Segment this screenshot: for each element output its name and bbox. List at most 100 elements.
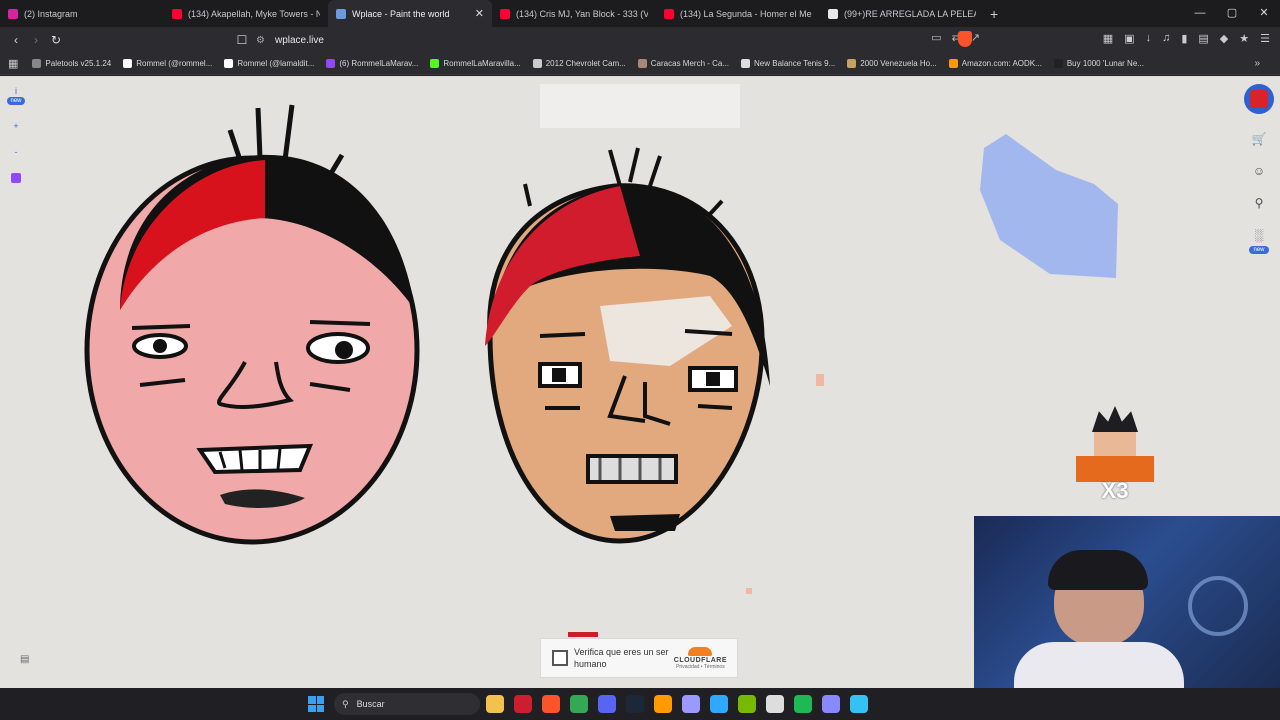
bookmark-item[interactable]: Paletools v25.1.24 — [32, 59, 111, 68]
browser-tab[interactable]: (134) Cris MJ, Yan Block - 333 (Vi — [492, 0, 656, 27]
bookmark-item[interactable]: Rommel (@lamaldit... — [224, 59, 314, 68]
bookmark-favicon-icon — [224, 59, 234, 68]
tab-favicon-icon — [828, 8, 838, 19]
brave-shields-icon[interactable] — [958, 31, 972, 47]
captcha-links[interactable]: Privacidad • Términos — [674, 664, 727, 670]
spotify-icon[interactable] — [794, 695, 812, 713]
leo-icon[interactable]: ★ — [1239, 32, 1249, 45]
bookmark-icon[interactable]: ☐ — [232, 33, 252, 47]
screenshot-icon[interactable]: ▣ — [1124, 32, 1134, 45]
bookmark-item[interactable]: New Balance Tenis 9... — [741, 59, 835, 68]
url-text: wplace.live — [274, 34, 324, 46]
bookmark-favicon-icon — [741, 59, 751, 68]
tab-close-icon[interactable]: ✕ — [475, 7, 484, 20]
share-icon[interactable]: ↗ — [971, 31, 980, 44]
discord-icon[interactable] — [598, 695, 616, 713]
bookmark-item[interactable]: Buy 1000 'Lunar Ne... — [1053, 59, 1144, 68]
artwork-pixel-face — [485, 147, 770, 544]
bookmark-item[interactable]: Rommel (@rommel... — [123, 59, 212, 68]
photoshop-icon[interactable] — [710, 695, 728, 713]
site-info-icon[interactable]: ⚙ — [256, 35, 265, 46]
bookmark-favicon-icon — [326, 59, 336, 68]
minimize-button[interactable]: — — [1184, 0, 1216, 27]
vpn-icon[interactable]: ◆ — [1220, 32, 1228, 45]
bookmark-favicon-icon — [637, 59, 647, 68]
webcam-fan — [1188, 576, 1248, 636]
new-tab-button[interactable]: + — [990, 6, 998, 22]
url-field[interactable]: ⚙ wplace.live — [256, 30, 976, 50]
menu-icon[interactable]: ☰ — [1260, 32, 1270, 45]
file-explorer-icon[interactable] — [486, 695, 504, 713]
vpn-icon[interactable] — [822, 695, 840, 713]
edge-icon[interactable] — [850, 695, 868, 713]
media-icon[interactable]: ♫ — [1162, 32, 1170, 45]
obs-icon[interactable] — [766, 695, 784, 713]
tab-label: (99+)RE ARREGLADA LA PELEA #kick — [844, 8, 976, 19]
browser-tab[interactable]: (99+)RE ARREGLADA LA PELEA #kick — [820, 0, 984, 27]
steam-icon[interactable] — [626, 695, 644, 713]
bookmark-label: Rommel (@lamaldit... — [237, 59, 315, 68]
announcement-placeholder — [540, 84, 740, 128]
twitch-icon[interactable] — [11, 173, 21, 183]
close-window-button[interactable]: ✕ — [1248, 0, 1280, 27]
leaderboard-new-badge: new — [1249, 246, 1269, 254]
forward-icon[interactable]: › — [26, 33, 46, 47]
cloudflare-cloud-icon — [688, 647, 713, 656]
download-icon[interactable]: ↓ — [1146, 32, 1152, 45]
taskbar-search[interactable]: ⚲ Buscar — [334, 693, 480, 715]
store-icon[interactable]: 🛒 — [1252, 132, 1267, 146]
leaderboard-icon[interactable]: ░ — [1255, 228, 1264, 242]
search-location-icon[interactable]: ⚲ — [1255, 196, 1264, 210]
webcam-overlay — [974, 516, 1280, 688]
more-bookmarks-icon[interactable]: » — [1254, 58, 1260, 69]
info-icon[interactable]: i — [6, 86, 26, 96]
stray-pixel — [568, 632, 598, 637]
taskbar-search-text: Buscar — [356, 699, 385, 709]
extensions-icon[interactable]: ▦ — [1103, 32, 1113, 45]
bookmark-favicon-icon — [1053, 59, 1063, 68]
artwork-blue-shape — [980, 134, 1118, 278]
bookmark-item[interactable]: Caracas Merch - Ca... — [637, 59, 729, 68]
palette-icon[interactable]: ▤ — [20, 654, 29, 665]
bookmark-item[interactable]: RommelLaMaravilla... — [430, 59, 521, 68]
captcha-widget: Verifica que eres un ser humano CLOUDFLA… — [540, 638, 738, 678]
wallet-icon[interactable]: ▤ — [1198, 32, 1208, 45]
brave-icon[interactable] — [542, 695, 560, 713]
bookmark-favicon-icon — [532, 59, 542, 68]
bookmark-label: New Balance Tenis 9... — [754, 59, 836, 68]
captcha-checkbox[interactable] — [552, 650, 568, 666]
zoom-out-button[interactable]: - — [6, 147, 26, 157]
bookmark-item[interactable]: 2000 Venezuela Ho... — [847, 59, 937, 68]
sidebar-icon[interactable]: ▮ — [1181, 32, 1187, 45]
windows-start-icon[interactable] — [308, 696, 324, 712]
user-avatar[interactable] — [1244, 84, 1274, 114]
bookmark-label: 2000 Venezuela Ho... — [860, 59, 937, 68]
browser-tab[interactable]: (2) Instagram — [0, 0, 164, 27]
premiere-icon[interactable] — [682, 695, 700, 713]
bookmark-item[interactable]: Amazon.com: AODK... — [948, 59, 1042, 68]
alliance-icon[interactable]: ☺ — [1253, 164, 1265, 178]
tab-label: (134) La Segunda - Homer el Mero M — [680, 8, 812, 19]
chrome-icon[interactable] — [570, 695, 588, 713]
browser-tab[interactable]: (134) La Segunda - Homer el Mero M — [656, 0, 820, 27]
address-bar: ‹ › ↻ ☐ ⚙ wplace.live ▭ ⇄ ↗ ▦ ▣ ↓ ♫ ▮ ▤ … — [0, 27, 1280, 53]
bookmark-favicon-icon — [847, 59, 857, 68]
browser-tab[interactable]: Wplace - Paint the world ✕ — [328, 0, 492, 27]
opera-icon[interactable] — [514, 695, 532, 713]
illustrator-icon[interactable] — [654, 695, 672, 713]
apps-grid-icon[interactable]: ▦ — [8, 57, 18, 70]
bookmark-item[interactable]: (6) RommelLaMarav... — [326, 59, 418, 68]
bookmark-favicon-icon — [123, 59, 133, 68]
bookmark-item[interactable]: 2012 Chevrolet Cam... — [532, 59, 626, 68]
bookmark-label: Rommel (@rommel... — [136, 59, 213, 68]
back-icon[interactable]: ‹ — [6, 33, 26, 47]
zoom-in-button[interactable]: + — [6, 121, 26, 131]
reload-icon[interactable]: ↻ — [46, 33, 66, 47]
maximize-button[interactable]: ▢ — [1216, 0, 1248, 27]
nvidia-icon[interactable] — [738, 695, 756, 713]
artwork-sticker: X3 — [1076, 406, 1154, 510]
browser-tab[interactable]: (134) Akapellah, Myke Towers - Neg — [164, 0, 328, 27]
cast-icon[interactable]: ▭ — [931, 31, 941, 44]
right-toolbar: 🛒 ☺ ⚲ ░ new — [1244, 84, 1274, 254]
bookmark-favicon-icon — [32, 59, 42, 68]
